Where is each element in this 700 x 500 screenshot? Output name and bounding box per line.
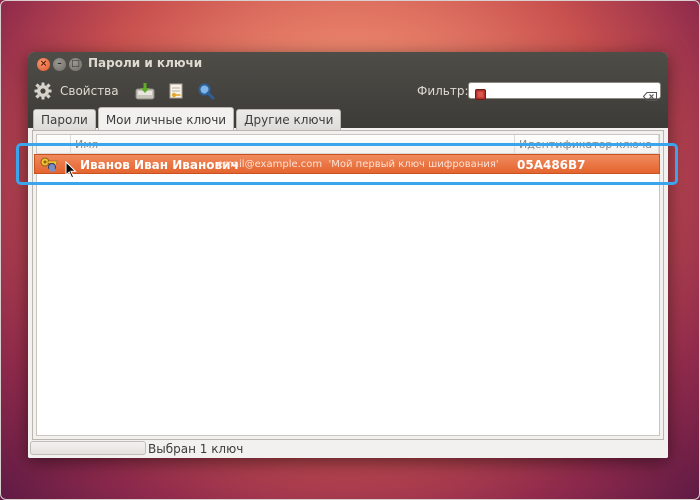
gear-icon: [34, 82, 52, 100]
status-bar: Выбран 1 ключ: [28, 440, 668, 458]
keypair-icon: [39, 156, 61, 175]
name-column-label: Имя: [75, 138, 99, 151]
tab-other-keys[interactable]: Другие ключи: [236, 109, 342, 130]
table-row[interactable]: Иванов Иван Иванович email@example.com '…: [34, 154, 660, 174]
name-column-header[interactable]: Имя: [71, 135, 515, 154]
key-sign-icon: [167, 82, 185, 100]
key-email-comment: email@example.com 'Мой первый ключ шифро…: [217, 159, 499, 170]
window-title: Пароли и ключи: [88, 56, 203, 70]
keyid-column-header[interactable]: Идентификатор ключа: [515, 135, 659, 154]
status-text: Выбран 1 ключ: [148, 442, 244, 456]
keyid-column-label: Идентификатор ключа: [519, 138, 653, 151]
keys-list-header: Имя Идентификатор ключа: [37, 135, 659, 155]
import-icon: [135, 82, 155, 100]
toolbar: Свойства: [34, 78, 227, 104]
filter-input[interactable]: [491, 83, 631, 98]
import-button[interactable]: [135, 82, 155, 100]
properties-button[interactable]: Свойства: [34, 82, 119, 100]
mouse-pointer-icon: [65, 160, 77, 183]
properties-label: Свойства: [60, 84, 119, 98]
key-id: 05A486B7: [517, 158, 586, 172]
key-owner-name: Иванов Иван Иванович: [80, 158, 239, 172]
filter-label: Фильтр:: [417, 84, 469, 98]
sign-key-button[interactable]: [167, 82, 185, 100]
clear-filter-icon[interactable]: [642, 86, 657, 105]
filter-field[interactable]: [468, 82, 661, 101]
tab-content: Имя Идентификатор ключа: [32, 130, 664, 440]
filter-search-icon: [475, 85, 486, 104]
progress-bar: [30, 441, 146, 455]
search-keys-button[interactable]: [197, 82, 215, 100]
window-controls: × – □: [37, 58, 82, 71]
tab-bar: Пароли Мои личные ключи Другие ключи: [33, 107, 343, 131]
close-window-button[interactable]: ×: [37, 58, 50, 71]
tab-passwords[interactable]: Пароли: [33, 109, 96, 130]
minimize-window-button[interactable]: –: [53, 58, 66, 71]
search-keys-icon: [197, 82, 215, 100]
icon-column-header[interactable]: [37, 135, 71, 154]
tab-my-personal-keys[interactable]: Мои личные ключи: [97, 107, 235, 131]
keys-list[interactable]: Имя Идентификатор ключа: [36, 134, 660, 436]
seahorse-window: × – □ Пароли и ключи Свойства Фильтр: Па…: [28, 52, 668, 458]
maximize-window-button[interactable]: □: [69, 58, 82, 71]
